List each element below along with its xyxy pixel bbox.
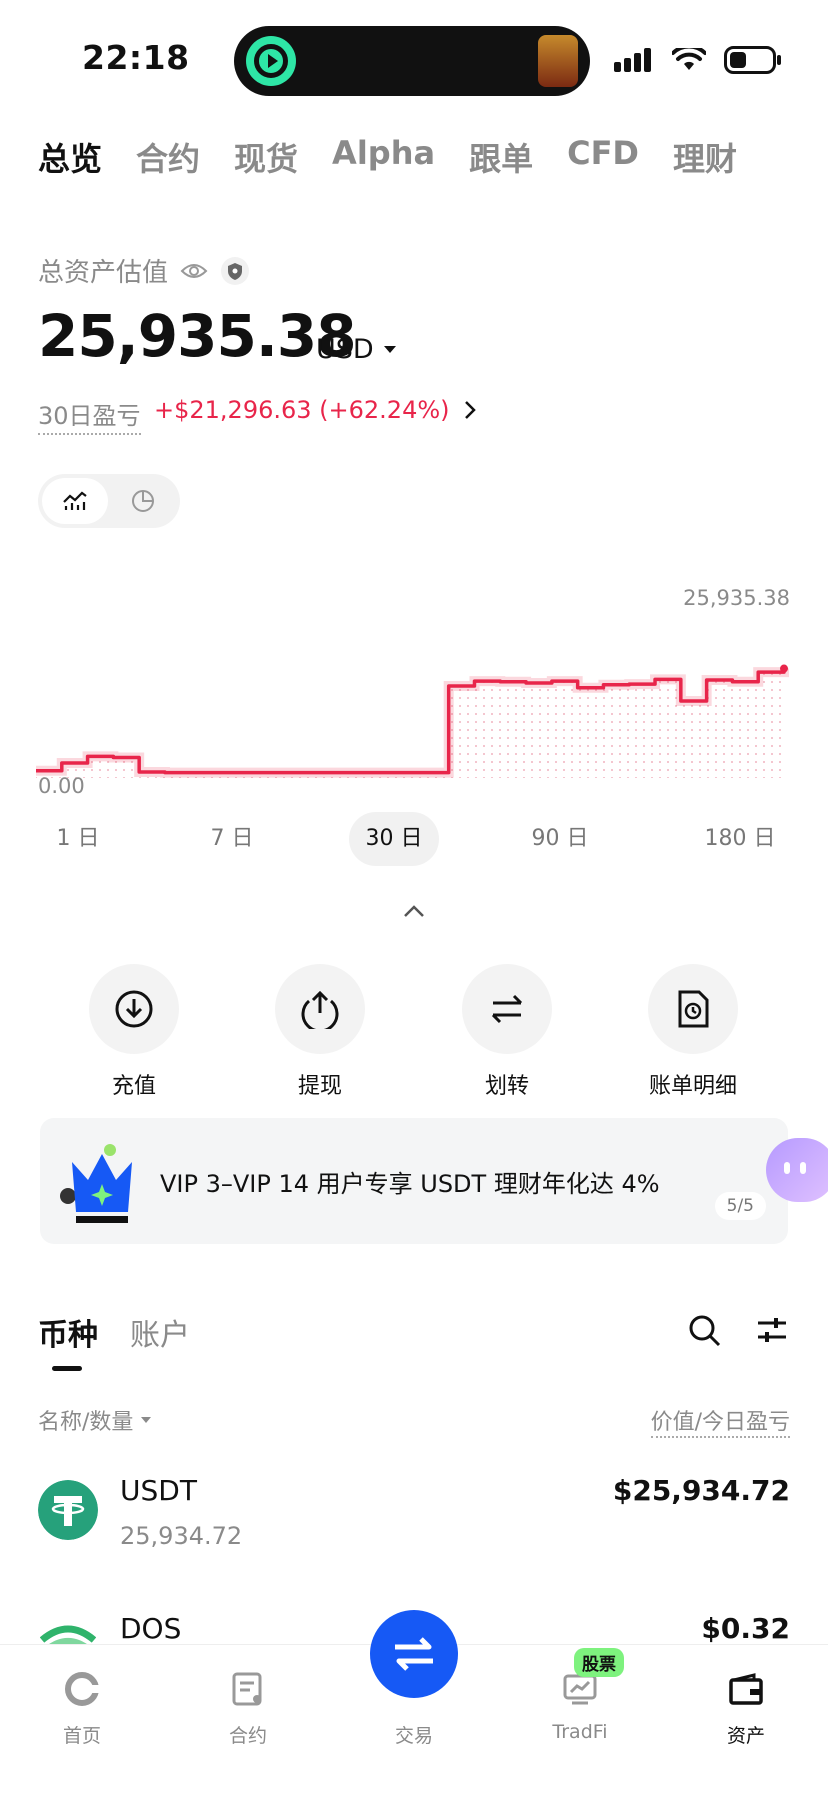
tab-futures[interactable]: 合约 (136, 134, 200, 180)
wallet-icon (729, 1673, 763, 1705)
vip-crown-icon (60, 1144, 132, 1223)
range-7d[interactable]: 7 日 (192, 812, 272, 866)
range-selector: 1 日 7 日 30 日 90 日 180 日 (0, 812, 828, 866)
pnl-30d-row[interactable]: +$21,296.63 (+62.24%) (154, 396, 476, 424)
nav-tradfi[interactable]: TradFi (520, 1667, 640, 1743)
banner-text: VIP 3–VIP 14 用户专享 USDT 理财年化达 4% (160, 1170, 660, 1198)
coin-quantity: 25,934.72 (120, 1522, 243, 1550)
withdraw-label: 提现 (297, 1074, 342, 1099)
tab-alpha[interactable]: Alpha (332, 134, 435, 180)
nav-home-label: 首页 (62, 1725, 101, 1747)
withdraw-button[interactable]: 提现 (245, 964, 395, 1100)
tab-copy-trading[interactable]: 跟单 (469, 134, 533, 180)
coin-name: USDT (120, 1474, 197, 1507)
nav-trade-label: 交易 (394, 1725, 433, 1747)
list-tools (688, 1314, 788, 1348)
dynamic-island (234, 26, 590, 96)
nav-tradfi-label: TradFi (552, 1721, 608, 1743)
tab-cfd[interactable]: CFD (567, 134, 639, 180)
assistant-face-icon (784, 1162, 806, 1174)
caret-down-icon (141, 1416, 152, 1423)
range-30d[interactable]: 30 日 (349, 812, 439, 866)
list-item[interactable]: USDT 25,934.72 $25,934.72 (0, 1474, 828, 1600)
home-icon (65, 1672, 100, 1706)
transfer-icon (491, 994, 523, 1024)
caret-down-icon (383, 345, 396, 353)
status-time: 22:18 (82, 38, 190, 77)
coin-name: DOS (120, 1612, 182, 1645)
active-tab-indicator (52, 1366, 82, 1371)
tab-accounts[interactable]: 账户 (130, 1310, 190, 1354)
top-tab-bar: 总览 合约 现货 Alpha 跟单 CFD 理财 (38, 134, 737, 180)
coin-value: $25,934.72 (612, 1474, 790, 1507)
banner-page-indicator: 5/5 (714, 1192, 766, 1220)
usdt-logo-icon (38, 1480, 98, 1540)
promo-banner[interactable]: VIP 3–VIP 14 用户专享 USDT 理财年化达 4% 5/5 (40, 1118, 788, 1244)
live-activity-thumbnail (538, 35, 578, 87)
balance-chart (36, 664, 789, 778)
withdraw-icon (301, 990, 339, 1029)
coin-value: $0.32 (701, 1612, 790, 1645)
chart-min-label: 0.00 (38, 774, 85, 798)
filter-settings-icon[interactable] (756, 1314, 788, 1346)
deposit-label: 充值 (111, 1074, 156, 1099)
line-chart-icon (63, 491, 87, 510)
nav-assets-label: 资产 (726, 1725, 765, 1747)
deposit-icon (115, 990, 153, 1028)
tab-coins[interactable]: 币种 (38, 1310, 98, 1354)
nav-home[interactable]: 首页 (22, 1667, 142, 1748)
chart-point (780, 664, 788, 673)
status-icons (614, 46, 782, 74)
nav-assets[interactable]: 资产 (686, 1667, 806, 1748)
pie-chart-icon (132, 490, 154, 512)
nav-futures[interactable]: 合约 (188, 1667, 308, 1748)
contract-icon (232, 1672, 262, 1706)
nav-futures-label: 合约 (228, 1725, 267, 1747)
live-activity-app-icon (246, 36, 296, 86)
bill-details-label: 账单明细 (648, 1074, 737, 1099)
sort-by-name[interactable]: 名称/数量 (38, 1404, 152, 1436)
collapse-chevron-icon[interactable] (403, 904, 425, 918)
search-icon[interactable] (688, 1314, 722, 1348)
trade-button[interactable] (370, 1610, 458, 1698)
total-assets-label: 总资产估值 (38, 258, 169, 288)
column-value-label[interactable]: 价值/今日盈亏 (650, 1404, 790, 1438)
wifi-icon (672, 48, 706, 70)
bill-icon (678, 990, 709, 1028)
trade-icon (395, 1637, 433, 1671)
deposit-button[interactable]: 充值 (59, 964, 209, 1100)
range-90d[interactable]: 90 日 (515, 812, 605, 866)
transfer-label: 划转 (484, 1074, 529, 1099)
tab-earn[interactable]: 理财 (673, 134, 737, 180)
tab-overview[interactable]: 总览 (38, 134, 102, 180)
battery-icon (724, 46, 781, 74)
cellular-signal-icon (614, 48, 651, 72)
tab-spot[interactable]: 现货 (234, 134, 298, 180)
line-chart-toggle[interactable] (42, 478, 108, 524)
chevron-right-icon (464, 401, 476, 419)
stocks-badge: 股票 (574, 1648, 624, 1677)
eye-icon[interactable] (180, 261, 208, 281)
transfer-button[interactable]: 划转 (432, 964, 582, 1100)
chart-type-toggle (38, 474, 180, 528)
pnl-30d-value: +$21,296.63 (+62.24%) (154, 396, 450, 424)
currency-selector[interactable]: USD (316, 334, 396, 365)
chat-assistant-bubble[interactable] (766, 1138, 828, 1202)
shield-icon[interactable] (220, 256, 250, 286)
total-assets-label-row: 总资产估值 (38, 252, 250, 289)
chart-area-fill (36, 668, 784, 778)
range-180d[interactable]: 180 日 (690, 812, 790, 866)
pnl-30d-label[interactable]: 30日盈亏 (38, 396, 141, 435)
bill-details-button[interactable]: 账单明细 (618, 964, 768, 1100)
pie-chart-toggle[interactable] (110, 478, 176, 524)
currency-label: USD (316, 334, 374, 365)
asset-tab-bar: 币种 账户 (38, 1310, 190, 1354)
column-name-label: 名称/数量 (38, 1410, 134, 1435)
total-balance: 25,935.38 (38, 302, 357, 370)
range-1d[interactable]: 1 日 (38, 812, 118, 866)
